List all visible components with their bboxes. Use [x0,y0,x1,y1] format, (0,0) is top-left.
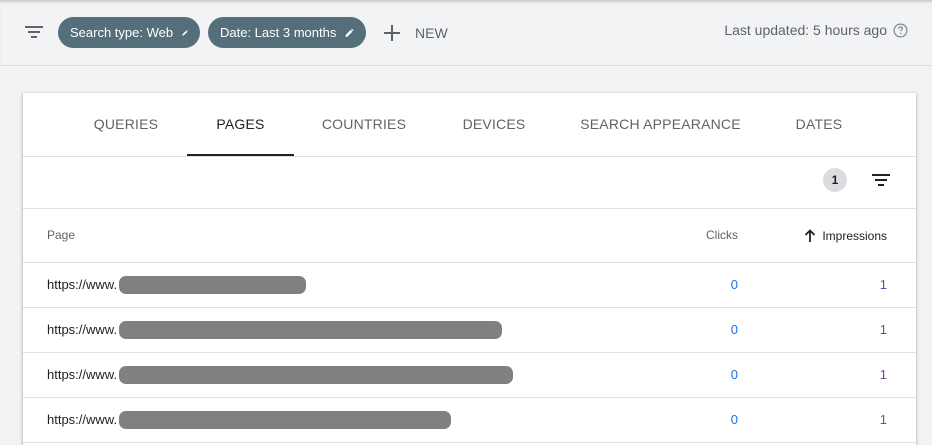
pencil-icon [345,28,354,37]
tab-search-appearance[interactable]: SEARCH APPEARANCE [568,93,753,156]
table-header: Page Clicks Impressions [23,209,916,263]
impressions-value: 1 [879,322,887,337]
table-toolbar: 1 [23,157,916,209]
clicks-value: 0 [730,322,738,337]
column-header-page[interactable]: Page [47,209,75,262]
tab-pages[interactable]: PAGES [187,93,294,156]
redacted-url-bar [119,366,513,384]
impressions-value: 1 [879,277,887,292]
filter-list-icon[interactable] [870,169,892,191]
page-url[interactable]: https://www. [47,308,117,352]
last-updated-text: Last updated: 5 hours ago [724,22,887,38]
column-header-impressions[interactable]: Impressions [803,209,887,262]
new-filter-button[interactable]: NEW [383,17,448,48]
impressions-label: Impressions [822,228,887,243]
tab-dates[interactable]: DATES [771,93,867,156]
chip-label: Date: Last 3 months [220,25,337,40]
clicks-value: 0 [730,412,738,427]
chip-label: Search type: Web [70,25,174,40]
search-console-performance-view: Search type: Web Date: Last 3 months NEW… [0,0,932,445]
table-row[interactable]: https://www. 0 1 [23,308,916,353]
date-range-chip[interactable]: Date: Last 3 months [208,17,366,48]
plus-icon [384,24,400,41]
performance-table-card: QUERIES PAGES COUNTRIES DEVICES SEARCH A… [23,93,916,445]
dimension-tabs: QUERIES PAGES COUNTRIES DEVICES SEARCH A… [23,93,916,157]
search-type-chip[interactable]: Search type: Web [58,17,200,48]
impressions-value: 1 [879,367,887,382]
new-label: NEW [415,24,448,41]
clicks-value: 0 [730,367,738,382]
tab-countries[interactable]: COUNTRIES [306,93,422,156]
arrow-up-icon [805,228,816,242]
active-filter-count-badge: 1 [823,168,847,192]
pencil-icon [182,29,188,36]
table-row[interactable]: https://www. 0 1 [23,353,916,398]
table-row[interactable]: https://www. 0 1 [23,263,916,308]
tab-queries[interactable]: QUERIES [65,93,187,156]
redacted-url-bar [119,411,451,429]
tab-devices[interactable]: DEVICES [443,93,545,156]
filter-list-icon[interactable] [24,22,44,42]
last-updated: Last updated: 5 hours ago [724,22,908,38]
table-row[interactable]: https://www. 0 1 [23,398,916,443]
filter-bar: Search type: Web Date: Last 3 months NEW… [0,0,932,66]
column-header-clicks[interactable]: Clicks [706,209,738,262]
help-circle-icon[interactable] [893,23,908,38]
page-url[interactable]: https://www. [47,398,117,442]
page-url[interactable]: https://www. [47,353,117,397]
redacted-url-bar [119,321,502,339]
page-url[interactable]: https://www. [47,263,117,307]
impressions-value: 1 [879,412,887,427]
clicks-value: 0 [730,277,738,292]
redacted-url-bar [119,276,306,294]
